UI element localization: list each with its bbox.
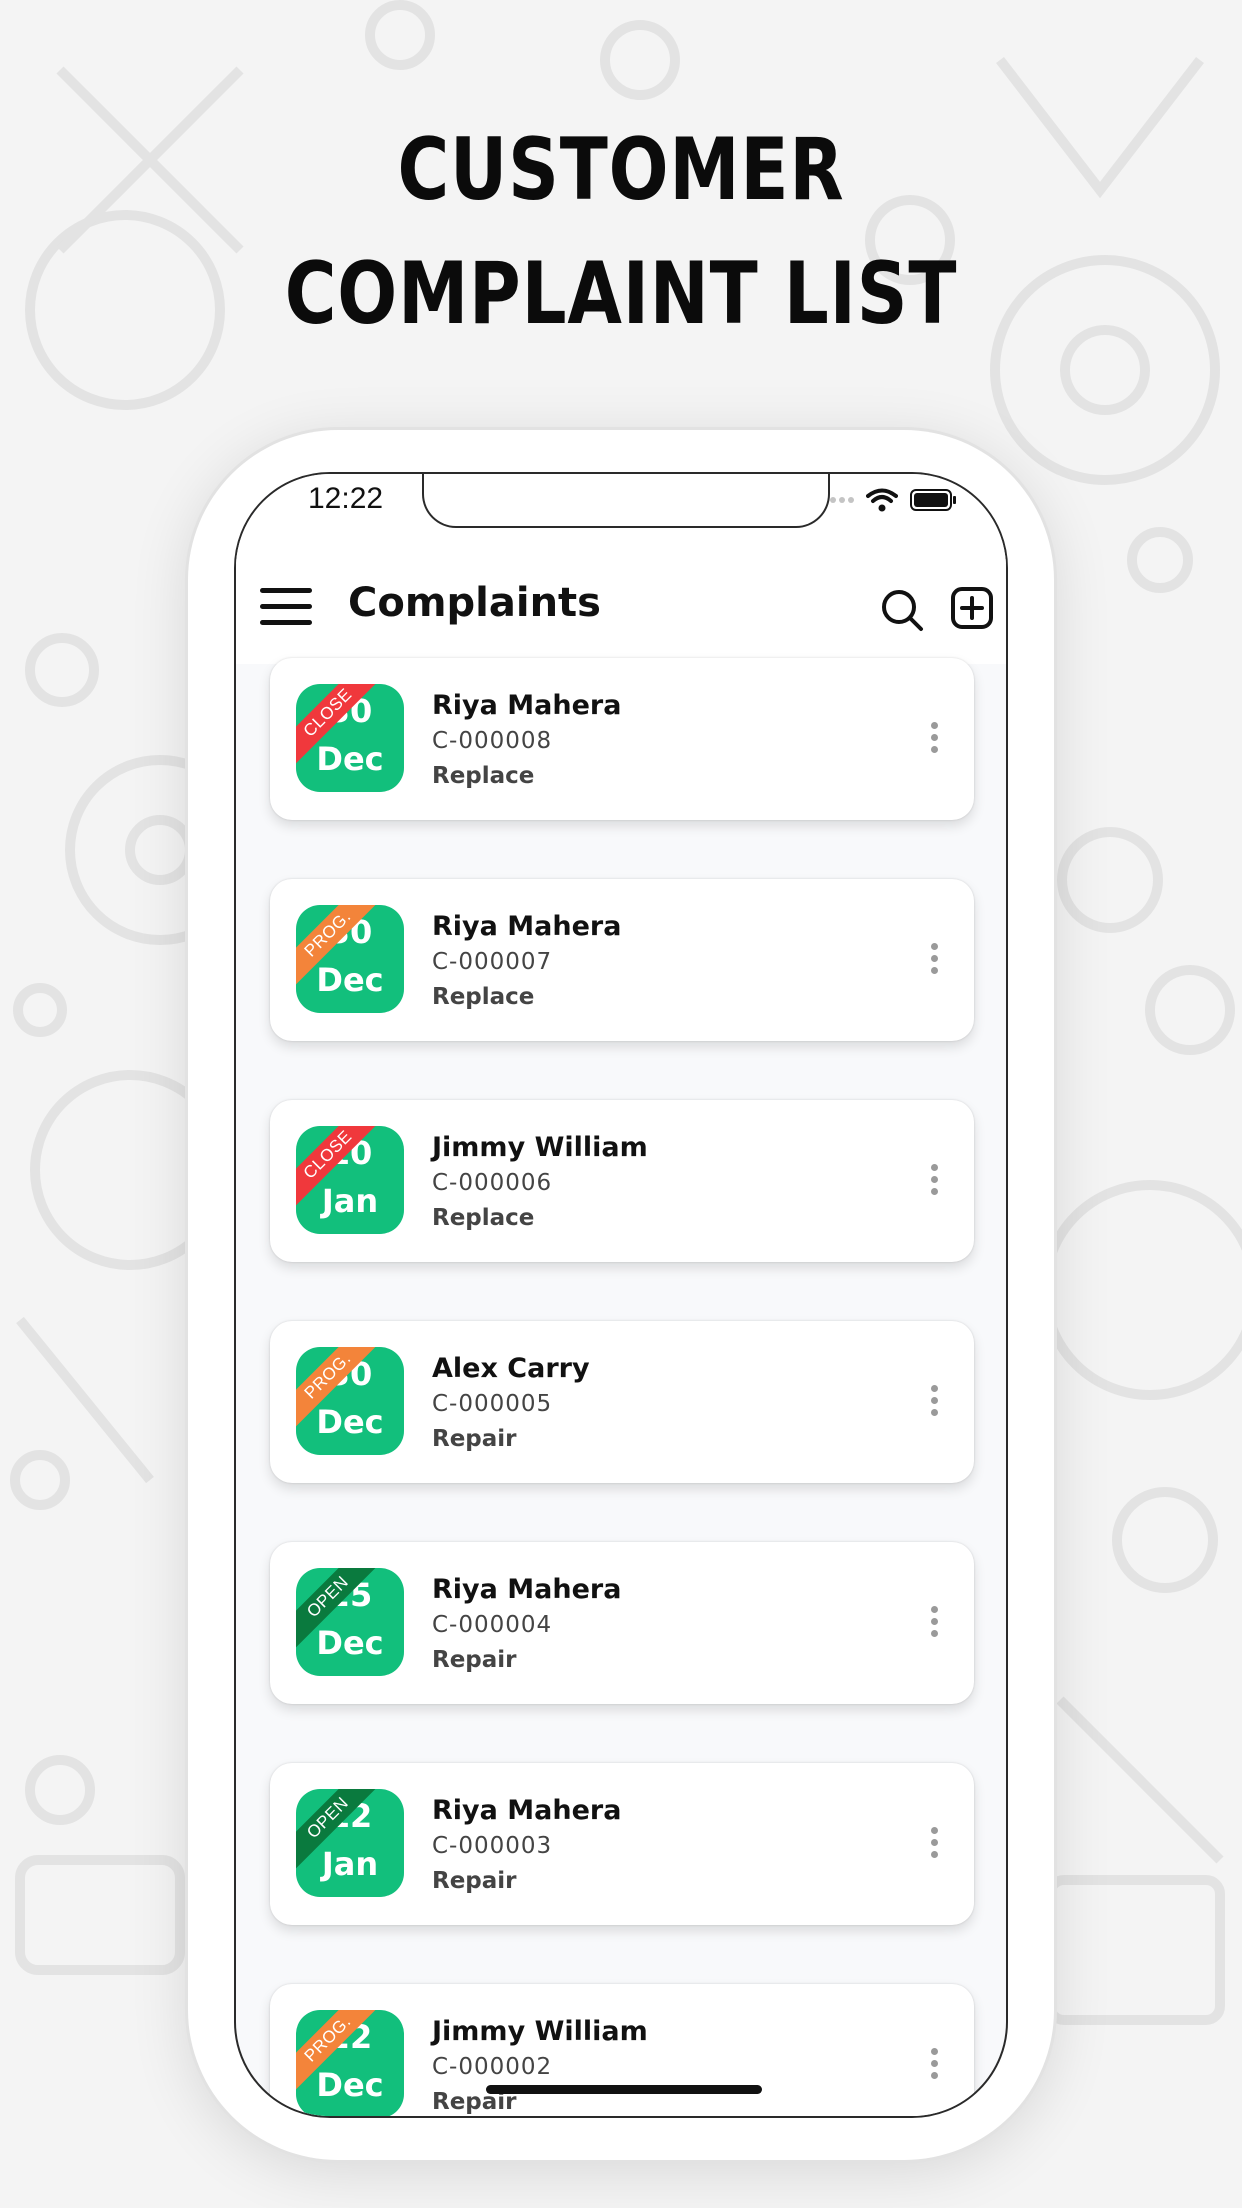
customer-name: Jimmy William: [432, 2016, 648, 2047]
wifi-icon: [866, 488, 898, 512]
complaint-type: Replace: [432, 1205, 535, 1231]
complaint-type: Replace: [432, 763, 535, 789]
customer-name: Riya Mahera: [432, 1795, 622, 1826]
more-vertical-icon[interactable]: [928, 1385, 940, 1421]
complaint-card[interactable]: 30 Dec PROG. Alex Carry C-000005 Repair: [270, 1321, 974, 1483]
date-tile: 12 Jan OPEN: [296, 1789, 404, 1897]
more-vertical-icon[interactable]: [928, 2048, 940, 2084]
phone-notch: [422, 474, 830, 528]
promo-title-line1: CUSTOMER: [397, 120, 845, 220]
promo-title: CUSTOMER COMPLAINT LIST: [112, 108, 1130, 356]
complaint-type: Replace: [432, 984, 535, 1010]
complaint-info: Jimmy William C-000006 Replace: [432, 1130, 648, 1236]
date-tile: 10 Jan CLOSE: [296, 1126, 404, 1234]
add-square-icon[interactable]: [950, 586, 994, 630]
complaint-info: Riya Mahera C-000004 Repair: [432, 1572, 621, 1678]
complaint-id: C-000003: [432, 1833, 553, 1859]
promo-title-line2: COMPLAINT LIST: [284, 244, 958, 344]
complaint-card[interactable]: 30 Dec PROG. Riya Mahera C-000007 Replac…: [270, 879, 974, 1041]
date-tile: 25 Dec OPEN: [296, 1568, 404, 1676]
more-vertical-icon[interactable]: [928, 1164, 940, 1200]
more-vertical-icon[interactable]: [928, 943, 940, 979]
complaint-card[interactable]: 25 Dec OPEN Riya Mahera C-000004 Repair: [270, 1542, 974, 1704]
more-vertical-icon[interactable]: [928, 1827, 940, 1863]
date-tile: 30 Dec PROG.: [296, 905, 404, 1013]
complaint-id: C-000006: [432, 1170, 553, 1196]
customer-name: Riya Mahera: [432, 911, 622, 942]
complaint-info: Alex Carry C-000005 Repair: [432, 1351, 590, 1457]
complaint-info: Riya Mahera C-000008 Replace: [432, 688, 621, 794]
more-vertical-icon[interactable]: [928, 1606, 940, 1642]
complaint-card[interactable]: 12 Jan OPEN Riya Mahera C-000003 Repair: [270, 1763, 974, 1925]
search-icon[interactable]: [880, 588, 924, 632]
customer-name: Alex Carry: [432, 1353, 590, 1384]
date-tile: 22 Dec PROG.: [296, 2010, 404, 2116]
complaint-card[interactable]: 30 Dec CLOSE Riya Mahera C-000008 Replac…: [270, 658, 974, 820]
complaint-info: Riya Mahera C-000007 Replace: [432, 909, 621, 1015]
complaint-id: C-000008: [432, 728, 553, 754]
complaint-id: C-000007: [432, 949, 553, 975]
more-vertical-icon[interactable]: [928, 722, 940, 758]
complaint-list: 30 Dec CLOSE Riya Mahera C-000008 Replac…: [270, 658, 978, 2116]
app-bar: Complaints: [236, 554, 1006, 664]
complaint-id: C-000005: [432, 1391, 553, 1417]
complaint-type: Repair: [432, 1868, 517, 1894]
hamburger-menu-icon[interactable]: [260, 588, 312, 628]
customer-name: Jimmy William: [432, 1132, 648, 1163]
customer-name: Riya Mahera: [432, 1574, 622, 1605]
home-indicator: [486, 2085, 762, 2094]
battery-icon: [910, 489, 956, 511]
date-tile: 30 Dec CLOSE: [296, 684, 404, 792]
status-icons: [820, 488, 958, 512]
date-tile: 30 Dec PROG.: [296, 1347, 404, 1455]
page-title: Complaints: [348, 580, 601, 626]
complaint-card[interactable]: 10 Jan CLOSE Jimmy William C-000006 Repl…: [270, 1100, 974, 1262]
complaint-info: Jimmy William C-000002 Repair: [432, 2014, 648, 2116]
complaint-card[interactable]: 22 Dec PROG. Jimmy William C-000002 Repa…: [270, 1984, 974, 2116]
complaint-info: Riya Mahera C-000003 Repair: [432, 1793, 621, 1899]
complaint-type: Repair: [432, 1647, 517, 1673]
status-time: 12:22: [308, 482, 384, 515]
phone-screen: 12:22 Complaints 30 Dec CLOSE Riya Maher…: [234, 472, 1008, 2118]
complaint-id: C-000002: [432, 2054, 553, 2080]
complaint-type: Repair: [432, 1426, 517, 1452]
complaint-id: C-000004: [432, 1612, 553, 1638]
customer-name: Riya Mahera: [432, 690, 622, 721]
